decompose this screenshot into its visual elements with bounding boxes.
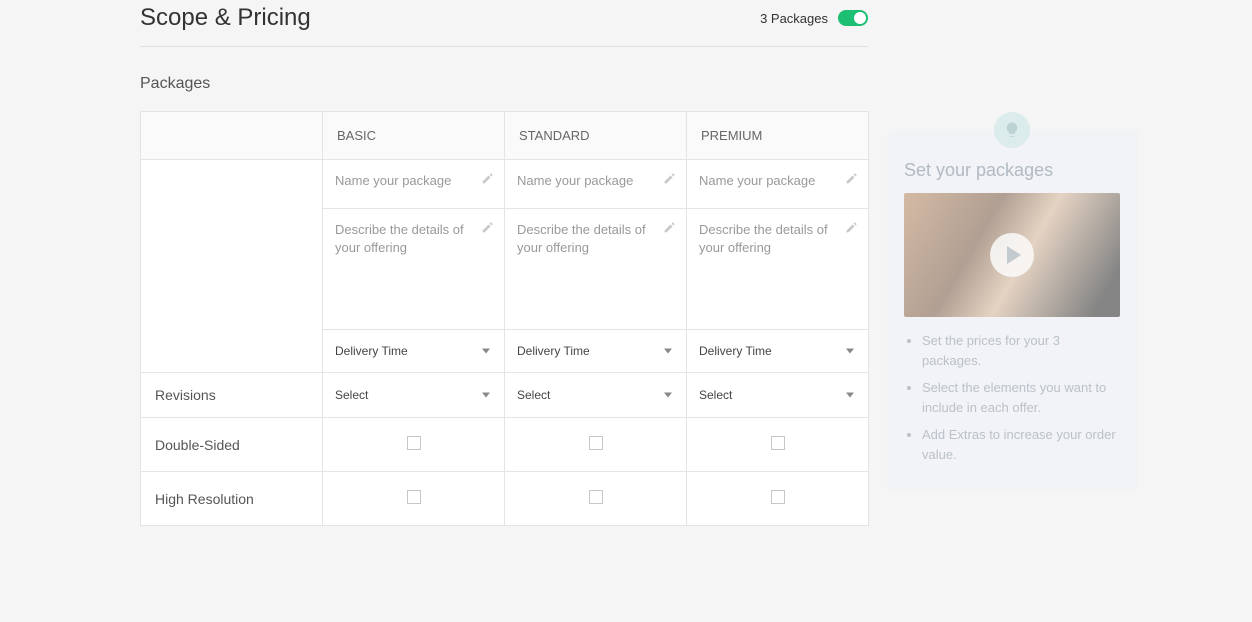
packages-toggle-label: 3 Packages [760,11,828,26]
delivery-rowlabel [141,330,323,373]
name-input-basic[interactable]: Name your package [323,160,504,208]
desc-input-premium[interactable]: Describe the details of your offering [687,209,868,329]
divider [140,46,868,47]
desc-input-standard[interactable]: Describe the details of your offering [505,209,686,329]
checkbox-highres-standard[interactable] [589,490,603,504]
desc-placeholder: Describe the details of your offering [517,222,646,255]
delivery-select-label: Delivery Time [699,344,772,358]
pencil-icon [481,172,494,185]
column-standard: STANDARD [505,112,687,160]
packages-section-label: Packages [140,75,868,93]
page-title: Scope & Pricing [140,4,311,32]
delivery-select-premium[interactable]: Delivery Time [687,330,868,372]
caret-down-icon [664,349,672,354]
revisions-select-premium[interactable]: Select [687,374,868,416]
column-premium: PREMIUM [687,112,869,160]
desc-placeholder: Describe the details of your offering [335,222,464,255]
name-input-standard[interactable]: Name your package [505,160,686,208]
tip-item: Set the prices for your 3 packages. [922,331,1120,370]
caret-down-icon [846,393,854,398]
caret-down-icon [664,393,672,398]
play-icon [990,233,1034,277]
pencil-icon [845,172,858,185]
name-desc-rowlabel [141,160,323,330]
tip-item: Add Extras to increase your order value. [922,425,1120,464]
column-basic: BASIC [323,112,505,160]
revisions-select-label: Select [517,388,550,402]
revisions-select-label: Select [335,388,368,402]
revisions-select-label: Select [699,388,732,402]
tip-list: Set the prices for your 3 packages. Sele… [904,331,1120,464]
pencil-icon [663,172,676,185]
table-row: High Resolution [141,472,869,526]
checkbox-doublesided-premium[interactable] [771,436,785,450]
pencil-icon [663,221,676,234]
delivery-select-standard[interactable]: Delivery Time [505,330,686,372]
delivery-select-label: Delivery Time [517,344,590,358]
feature-label: Double-Sided [141,418,323,472]
tip-video-thumbnail[interactable] [904,193,1120,317]
revisions-select-basic[interactable]: Select [323,374,504,416]
feature-label: High Resolution [141,472,323,526]
name-input-premium[interactable]: Name your package [687,160,868,208]
caret-down-icon [846,349,854,354]
delivery-select-basic[interactable]: Delivery Time [323,330,504,372]
pencil-icon [845,221,858,234]
name-placeholder: Name your package [699,173,815,188]
revisions-select-standard[interactable]: Select [505,374,686,416]
packages-table: BASIC STANDARD PREMIUM Name your package [140,111,869,526]
tip-title: Set your packages [904,160,1120,181]
delivery-select-label: Delivery Time [335,344,408,358]
packages-toggle[interactable] [838,10,868,26]
tip-item: Select the elements you want to include … [922,378,1120,417]
table-row: Double-Sided [141,418,869,472]
name-placeholder: Name your package [335,173,451,188]
table-corner [141,112,323,160]
pencil-icon [481,221,494,234]
desc-placeholder: Describe the details of your offering [699,222,828,255]
caret-down-icon [482,393,490,398]
revisions-rowlabel: Revisions [141,373,323,418]
caret-down-icon [482,349,490,354]
tip-card: Set your packages Set the prices for you… [886,130,1138,490]
checkbox-highres-premium[interactable] [771,490,785,504]
lightbulb-icon [994,112,1030,148]
checkbox-doublesided-standard[interactable] [589,436,603,450]
checkbox-doublesided-basic[interactable] [407,436,421,450]
name-placeholder: Name your package [517,173,633,188]
desc-input-basic[interactable]: Describe the details of your offering [323,209,504,329]
checkbox-highres-basic[interactable] [407,490,421,504]
